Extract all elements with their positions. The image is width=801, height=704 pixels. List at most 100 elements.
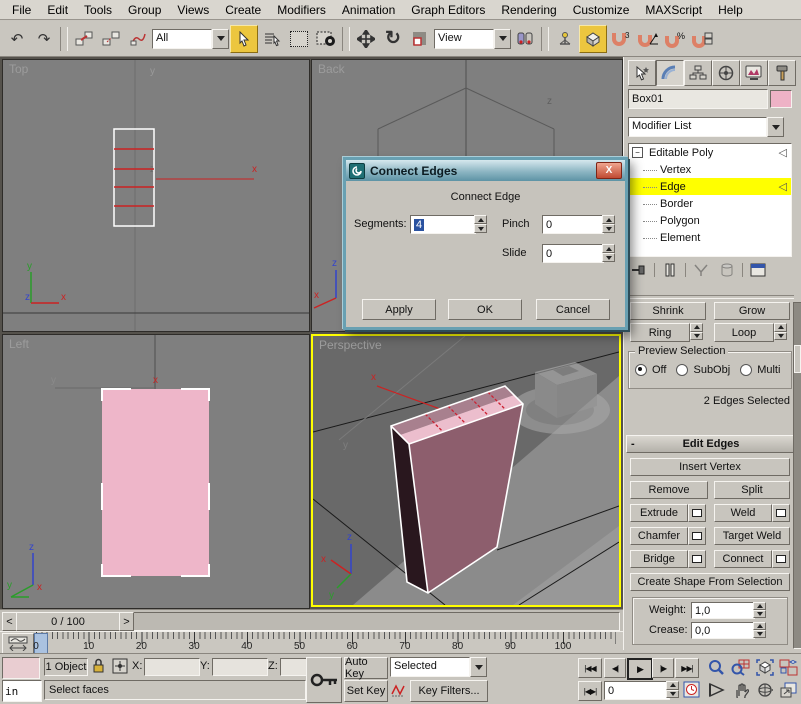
selection-filter-arrow-icon[interactable] <box>212 29 229 49</box>
extrude-button[interactable]: Extrude <box>630 504 688 522</box>
loop-spinner[interactable] <box>774 323 787 340</box>
time-filter-dropdown[interactable]: Selected <box>390 657 487 677</box>
target-weld-button[interactable]: Target Weld <box>714 527 790 545</box>
viewport-left-label[interactable]: Left <box>9 337 29 351</box>
window-crossing-toggle-icon[interactable] <box>313 26 339 52</box>
select-object-button[interactable] <box>230 25 258 53</box>
panel-scrollbar-thumb[interactable] <box>794 345 801 373</box>
time-slider-handle[interactable]: 0 / 100 <box>16 612 120 631</box>
reference-coordinate-dropdown[interactable]: View <box>434 29 511 49</box>
viewport-perspective-label[interactable]: Perspective <box>319 338 382 352</box>
key-filters-button[interactable]: Key Filters... <box>410 680 488 702</box>
menu-edit[interactable]: Edit <box>39 1 76 19</box>
menu-group[interactable]: Group <box>120 1 169 19</box>
edit-edges-rollout-header[interactable]: - Edit Edges <box>626 435 796 453</box>
bind-to-space-warp-icon[interactable] <box>125 26 151 52</box>
redo-icon[interactable]: ↷ <box>31 26 57 52</box>
menu-customize[interactable]: Customize <box>565 1 638 19</box>
time-configuration-icon[interactable] <box>683 681 700 698</box>
viewport-top[interactable]: y z x y z x Top <box>2 59 310 332</box>
menu-graph-editors[interactable]: Graph Editors <box>403 1 493 19</box>
set-key-button[interactable]: Set Key <box>344 680 388 702</box>
frame-spinner[interactable] <box>666 681 679 698</box>
viewport-back-label[interactable]: Back <box>318 62 345 76</box>
pinch-field[interactable]: 0 <box>542 215 604 234</box>
ring-button[interactable]: Ring <box>630 323 690 342</box>
ok-button[interactable]: OK <box>448 299 522 320</box>
weight-spinner[interactable] <box>753 602 766 618</box>
object-color-swatch[interactable] <box>770 90 792 108</box>
connect-settings-button[interactable] <box>772 550 790 568</box>
use-pivot-point-center-icon[interactable] <box>512 26 538 52</box>
next-frame-button[interactable]: |▶ <box>652 658 674 678</box>
viewport-left[interactable]: y x z y x <box>2 334 310 609</box>
menu-tools[interactable]: Tools <box>76 1 120 19</box>
panel-scrollbar[interactable] <box>793 302 801 649</box>
preview-off-radio[interactable] <box>635 364 647 376</box>
loop-button[interactable]: Loop <box>714 323 774 342</box>
pan-hand-icon[interactable] <box>730 680 751 700</box>
insert-vertex-button[interactable]: Insert Vertex <box>630 458 790 476</box>
undo-icon[interactable]: ↶ <box>4 26 30 52</box>
grow-button[interactable]: Grow <box>714 302 790 320</box>
extrude-settings-button[interactable] <box>688 504 706 522</box>
go-to-end-button[interactable]: ▶▶| <box>675 658 699 678</box>
menu-maxscript[interactable]: MAXScript <box>637 1 710 19</box>
tab-motion[interactable] <box>712 60 740 86</box>
tab-hierarchy[interactable] <box>684 60 712 86</box>
tab-create[interactable] <box>628 60 656 86</box>
select-by-name-icon[interactable] <box>259 26 285 52</box>
tab-utilities[interactable] <box>768 60 796 86</box>
slide-field[interactable]: 0 <box>542 244 604 263</box>
stack-row-vertex[interactable]: Vertex <box>629 161 791 178</box>
crease-spinner[interactable] <box>753 622 766 638</box>
selection-lock-icon[interactable] <box>92 658 105 674</box>
zoom-all-icon[interactable] <box>730 657 751 677</box>
shrink-button[interactable]: Shrink <box>630 302 706 320</box>
select-and-rotate-icon[interactable]: ↻ <box>380 26 406 52</box>
selection-filter-dropdown[interactable]: All <box>152 29 229 49</box>
apply-button[interactable]: Apply <box>362 299 436 320</box>
x-coord-field[interactable] <box>144 658 200 676</box>
tab-display[interactable] <box>740 60 768 86</box>
percent-snap-icon[interactable]: % <box>662 26 688 52</box>
bridge-button[interactable]: Bridge <box>630 550 688 568</box>
next-frame-arrow[interactable]: > <box>119 612 134 631</box>
show-end-result-icon[interactable] <box>659 261 681 279</box>
modifier-list-dropdown[interactable]: Modifier List <box>628 117 784 137</box>
make-unique-icon[interactable] <box>690 261 712 279</box>
chamfer-settings-button[interactable] <box>688 527 706 545</box>
pin-stack-icon[interactable] <box>628 261 650 279</box>
connect-button[interactable]: Connect <box>714 550 772 568</box>
preview-multi-radio[interactable] <box>740 364 752 376</box>
stack-row-border[interactable]: Border <box>629 195 791 212</box>
dialog-title-bar[interactable]: Connect Edges X <box>346 160 625 181</box>
menu-views[interactable]: Views <box>169 1 217 19</box>
crease-field[interactable]: 0,0 <box>691 622 755 639</box>
time-filter-arrow-icon[interactable] <box>470 657 487 677</box>
macro-recorder-box[interactable] <box>2 657 40 679</box>
play-button[interactable]: ▶ <box>627 658 653 680</box>
cancel-button[interactable]: Cancel <box>536 299 610 320</box>
viewport-top-label[interactable]: Top <box>9 62 28 76</box>
stack-row-element[interactable]: Element <box>629 229 791 246</box>
default-tangents-icon[interactable] <box>390 682 406 698</box>
close-icon[interactable]: X <box>596 162 622 179</box>
snap-3d-icon[interactable]: 3 <box>608 26 634 52</box>
arc-rotate-icon[interactable] <box>754 680 775 700</box>
go-to-start-button[interactable]: |◀◀ <box>578 658 602 678</box>
unlink-selection-icon[interactable] <box>98 26 124 52</box>
menu-help[interactable]: Help <box>710 1 751 19</box>
track-bar[interactable]: 0102030405060708090100 <box>0 631 623 654</box>
menu-animation[interactable]: Animation <box>334 1 403 19</box>
select-and-link-icon[interactable] <box>71 26 97 52</box>
absolute-offset-toggle-icon[interactable] <box>112 658 128 674</box>
stack-row-polygon[interactable]: Polygon <box>629 212 791 229</box>
tab-modify[interactable] <box>656 60 684 86</box>
modifier-list-arrow-icon[interactable] <box>767 117 784 137</box>
bridge-settings-button[interactable] <box>688 550 706 568</box>
zoom-icon[interactable] <box>706 657 727 677</box>
menu-modifiers[interactable]: Modifiers <box>269 1 334 19</box>
pinch-spinner[interactable] <box>602 215 615 233</box>
menu-file[interactable]: File <box>4 1 39 19</box>
